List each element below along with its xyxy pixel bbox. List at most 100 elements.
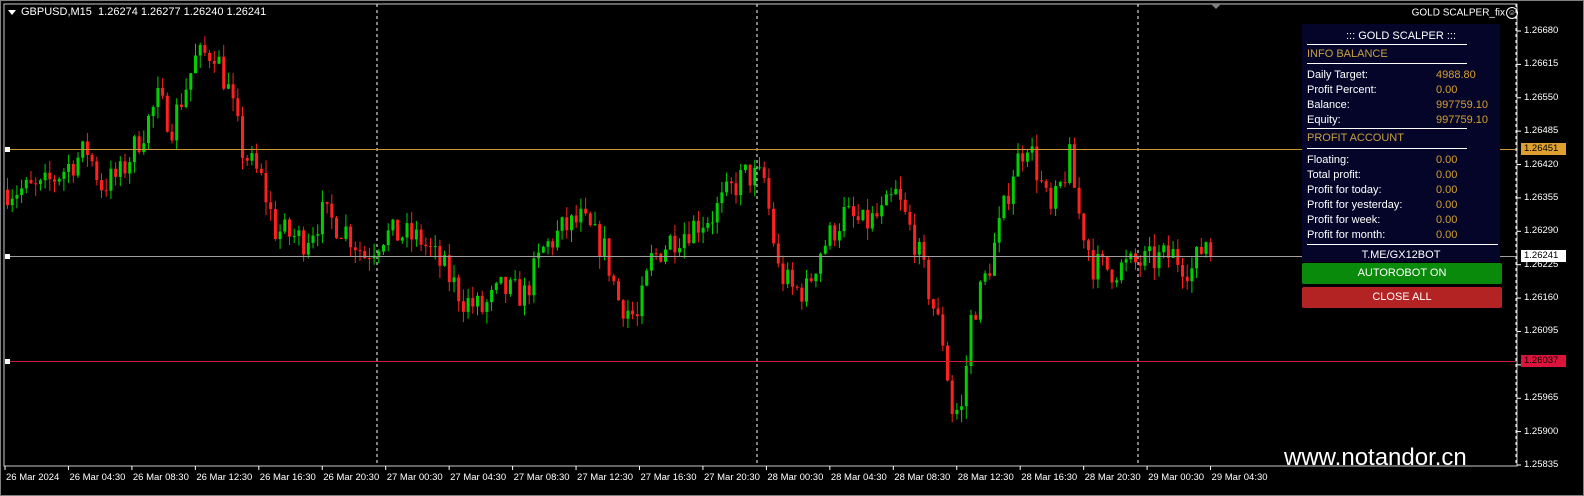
candle-body [48,172,52,180]
candle-body [776,243,780,264]
candle-body [255,153,259,169]
candle-body [1138,262,1142,266]
candle-body [349,226,353,248]
candle-body [908,211,912,225]
candle-body [142,143,146,153]
candle-body [429,246,432,248]
candle-body [602,238,606,257]
candle-body [1105,256,1109,270]
candle-body [941,314,945,346]
candle-body [560,217,564,231]
time-axis-label: 28 Mar 16:30 [1021,472,1078,483]
candle-body [104,190,108,192]
candle-body [1091,250,1095,280]
time-axis-label: 26 Mar 04:30 [69,472,126,483]
candle-body [762,167,766,179]
candle-body [175,104,179,141]
candle-body [664,249,667,262]
candle-body [377,251,381,256]
candle-body [842,207,846,232]
candle-body [236,98,240,117]
candle-body [1058,182,1062,187]
candle-body [1209,242,1213,257]
candle-body [513,279,517,281]
price-axis-label: 1.26420 [1524,158,1559,170]
candle-body [884,194,888,206]
candle-body [598,224,602,257]
candle-body [692,220,696,244]
candle-body [541,246,545,253]
candle-body [480,295,484,312]
candle-body [306,242,310,255]
candle-body [993,242,996,276]
panel-row-label: Profit for week: [1307,214,1381,226]
panel-row-label: Profit for month: [1307,229,1386,241]
candle-body [1190,268,1194,282]
dropdown-triangle-icon[interactable] [8,9,16,15]
candle-body [518,279,522,306]
candle-body [1152,246,1156,269]
candle-body [344,226,348,239]
candle-body [1049,187,1053,209]
candle-body [772,208,776,244]
candle-body [687,234,691,244]
price-axis-label: 1.26355 [1524,191,1559,203]
candle-body [386,230,390,246]
candle-body [856,216,860,221]
candle-body [899,188,902,200]
time-axis-label: 28 Mar 12:30 [957,472,1014,483]
candle-body [71,164,75,176]
candle-body [259,168,263,174]
price-badge-gray: 1.26241 [1521,250,1566,263]
panel-row-label: Balance: [1307,99,1350,111]
candle-body [922,241,926,260]
candle-body [452,277,456,283]
candle-body [626,310,630,319]
time-axis-label: 26 Mar 2024 [6,472,60,483]
candle-body [640,285,644,317]
candle-body [10,198,14,206]
ea-name-label: GOLD SCALPER_fix ☺ [1412,7,1518,19]
candle-body [297,230,301,236]
candle-body [447,255,451,283]
candle-body [739,170,743,196]
candle-body [311,235,315,243]
telegram-link[interactable]: T.ME/GX12BOT [1302,249,1500,261]
candle-body [499,276,503,284]
candle-body [508,279,512,295]
candle-body [273,209,277,240]
time-axis-label: 27 Mar 00:30 [386,472,443,483]
panel-row-label: Total profit: [1307,169,1361,181]
candle-body [913,224,917,255]
plot-border [3,3,1518,467]
candle-body [978,281,982,320]
candle-body [217,56,221,64]
candle-body [1087,240,1090,251]
candle-body [433,246,437,248]
candle-body [457,277,461,302]
price-axis-label: 1.26680 [1524,25,1559,36]
line-handle-icon [5,359,10,364]
time-axis-label: 27 Mar 12:30 [577,472,634,483]
chart-header: GBPUSD,M15 1.26274 1.26277 1.26240 1.262… [8,6,266,18]
close-all-button[interactable]: CLOSE ALL [1302,287,1502,308]
candle-body [226,84,230,89]
candle-body [758,167,761,169]
candle-body [194,55,197,74]
candle-body [1077,187,1081,214]
candle-body [847,206,851,208]
smiley-icon[interactable]: ☺ [1506,7,1518,19]
candle-body [302,230,306,255]
candle-body [1195,246,1199,269]
candle-body [203,44,207,53]
autorobot-on-button[interactable]: AUTOROBOT ON [1302,263,1502,284]
info-balance-heading: INFO BALANCE [1307,48,1388,60]
candle-body [903,199,907,212]
candle-body [353,247,357,251]
candle-body [339,238,343,240]
candle-body [494,283,498,290]
candle-body [1096,253,1100,280]
candle-body [405,223,409,238]
candle-body [527,285,531,296]
candle-body [523,285,526,306]
